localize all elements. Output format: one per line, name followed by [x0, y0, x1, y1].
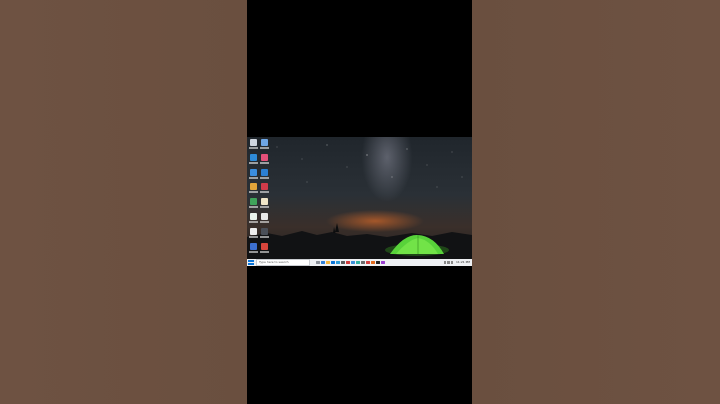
desktop-icon-label: [248, 250, 258, 253]
folder-icon-glyph: [260, 139, 268, 146]
file-icon-2[interactable]: [248, 227, 258, 240]
taskbar-app-icon[interactable]: [351, 260, 355, 265]
desktop-screen: Type here to search 11:21 PM: [247, 137, 472, 266]
desktop-icon-label: [259, 147, 269, 149]
taskbar-pinned-apps: [316, 260, 385, 265]
file-icon-glyph: [260, 198, 268, 206]
desktop-icon-label: [259, 161, 269, 164]
right-blur-panel: [472, 0, 720, 404]
edge-icon-2-glyph: [249, 168, 257, 176]
desktop-icon-label: [248, 235, 258, 238]
taskbar-app-icon[interactable]: [376, 260, 380, 265]
app-icon-blue[interactable]: [248, 242, 258, 255]
app-icon-dark[interactable]: [259, 227, 269, 240]
system-tray: 11:21 PM: [443, 261, 473, 264]
app-icon-red-glyph: [260, 183, 268, 191]
app-icon-pink[interactable]: [259, 153, 269, 166]
app-icon-pink-glyph: [260, 153, 268, 161]
start-windows-icon[interactable]: [248, 260, 254, 265]
taskbar-app-icon[interactable]: [356, 260, 360, 265]
volume-icon[interactable]: [450, 261, 453, 264]
taskbar-search-input[interactable]: Type here to search: [256, 259, 310, 266]
taskbar: Type here to search 11:21 PM: [247, 259, 472, 266]
taskbar-app-icon[interactable]: [361, 260, 365, 265]
edge-icon-2[interactable]: [248, 168, 258, 181]
glowing-tent: [385, 234, 449, 256]
taskbar-app-icon[interactable]: [381, 260, 385, 265]
taskbar-app-icon[interactable]: [336, 260, 340, 265]
taskbar-app-icon[interactable]: [346, 260, 350, 265]
chrome-icon[interactable]: [248, 183, 258, 195]
desktop-icon-label: [259, 250, 269, 253]
app-icon-green-glyph: [249, 198, 257, 206]
whatsapp-icon[interactable]: [248, 213, 258, 225]
edge-icon[interactable]: [248, 153, 258, 166]
desktop-icon-label: [259, 235, 269, 238]
chrome-icon-glyph: [249, 183, 257, 191]
file-icon-2-glyph: [249, 227, 257, 235]
taskbar-app-icon[interactable]: [331, 260, 335, 265]
taskbar-app-icon[interactable]: [316, 260, 320, 265]
app-icon-green[interactable]: [248, 198, 258, 210]
desktop-icon-label: [248, 206, 258, 209]
desktop-icon-label: [259, 206, 269, 209]
app-icon-dark-glyph: [260, 227, 268, 235]
desktop-icon-label: [248, 161, 258, 164]
wifi-icon[interactable]: [447, 261, 450, 264]
desktop-icon-label: [248, 191, 258, 194]
vscode-icon[interactable]: [259, 168, 269, 181]
taskbar-app-icon[interactable]: [326, 260, 330, 265]
taskbar-clock[interactable]: 11:21 PM: [456, 261, 470, 264]
desktop-icon-label: [259, 221, 269, 223]
desktop-icon-label: [248, 221, 258, 223]
recycle-bin-icon-glyph: [249, 139, 257, 146]
taskbar-app-icon[interactable]: [341, 260, 345, 265]
recycle-bin-icon[interactable]: [248, 139, 258, 151]
desktop-icon-label: [248, 176, 258, 179]
whatsapp-icon-glyph: [249, 213, 257, 220]
search-placeholder: Type here to search: [259, 260, 289, 264]
app-icon-blue-glyph: [249, 242, 257, 250]
vscode-icon-glyph: [260, 168, 268, 176]
taskbar-app-icon[interactable]: [366, 260, 370, 265]
tray-arrow-icon[interactable]: [443, 261, 446, 264]
edge-icon-glyph: [249, 153, 257, 161]
taskbar-app-icon[interactable]: [321, 260, 325, 265]
document-icon[interactable]: [259, 213, 269, 225]
left-blur-panel: [0, 0, 247, 404]
app-icon-red[interactable]: [259, 183, 269, 195]
desktop-icon-label: [248, 147, 258, 149]
file-icon[interactable]: [259, 198, 269, 210]
app-icon-red-2[interactable]: [259, 242, 269, 255]
app-icon-red-2-glyph: [260, 242, 268, 250]
taskbar-app-icon[interactable]: [371, 260, 375, 265]
desktop-icon-label: [259, 191, 269, 194]
folder-icon[interactable]: [259, 139, 269, 151]
desktop-icon-label: [259, 176, 269, 179]
document-icon-glyph: [260, 213, 268, 220]
